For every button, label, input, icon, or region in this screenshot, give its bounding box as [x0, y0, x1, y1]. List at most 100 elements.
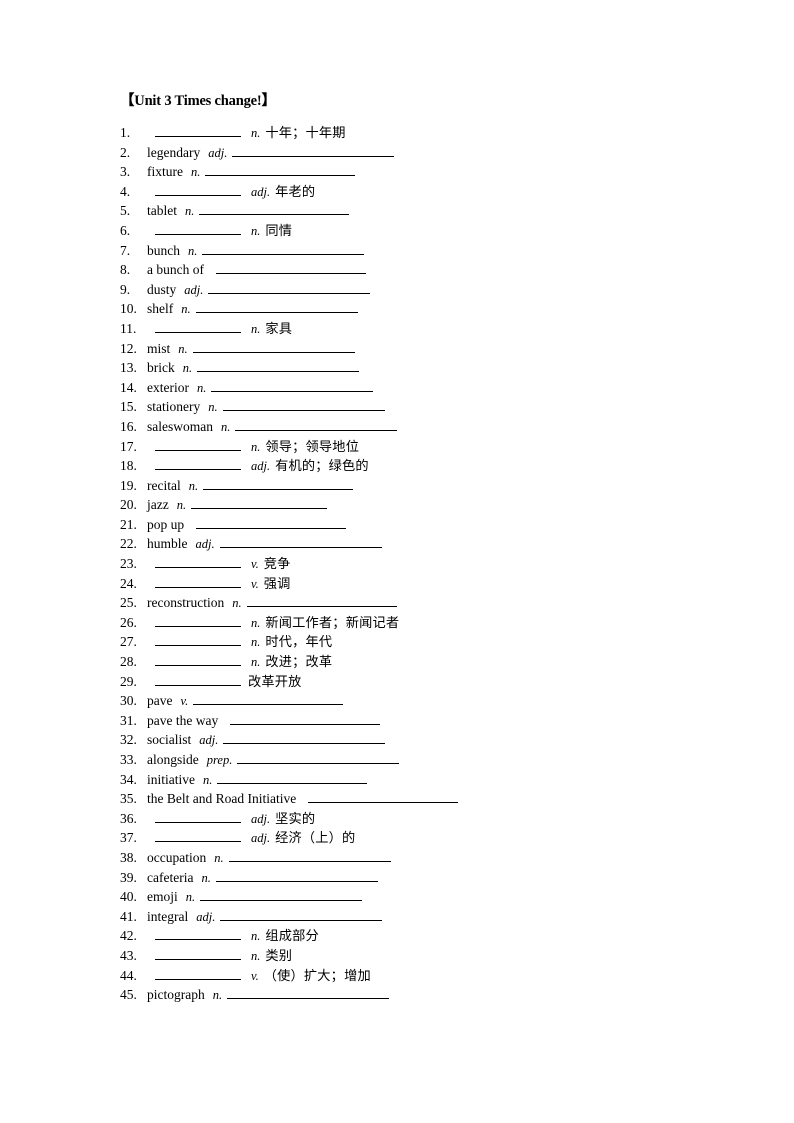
answer-blank[interactable]: [155, 926, 241, 941]
answer-blank[interactable]: [193, 691, 344, 706]
row-number: 39.: [120, 869, 137, 885]
answer-blank[interactable]: [230, 711, 381, 725]
row-number: 31.: [120, 712, 137, 728]
answer-blank[interactable]: [155, 319, 241, 333]
answer-blank[interactable]: [155, 613, 241, 627]
english-word: alongside: [147, 752, 199, 767]
answer-blank[interactable]: [155, 437, 241, 451]
vocab-row: 17. n. 领导；领导地位: [120, 437, 680, 457]
english-word: pave the way: [147, 712, 219, 728]
answer-blank[interactable]: [202, 241, 365, 255]
answer-blank[interactable]: [155, 123, 241, 137]
vocab-row: 25. reconstruction n.: [120, 593, 680, 613]
row-number: 18.: [120, 458, 137, 474]
answer-blank[interactable]: [196, 515, 347, 529]
row-number: 24.: [120, 575, 137, 591]
answer-blank[interactable]: [215, 260, 366, 275]
answer-blank[interactable]: [197, 358, 360, 373]
chinese-meaning: 十年；十年期: [265, 126, 346, 141]
answer-blank[interactable]: [215, 868, 378, 882]
answer-blank[interactable]: [227, 985, 390, 1000]
answer-blank[interactable]: [155, 554, 241, 569]
answer-blank[interactable]: [205, 162, 356, 177]
english-word: pop up: [147, 516, 185, 532]
answer-blank[interactable]: [222, 397, 385, 412]
answer-blank[interactable]: [203, 476, 354, 490]
answer-blank[interactable]: [208, 280, 371, 294]
answer-blank[interactable]: [220, 907, 383, 921]
english-word: occupation: [147, 849, 207, 865]
answer-blank[interactable]: [217, 770, 368, 784]
english-word: humble: [147, 536, 188, 552]
answer-blank[interactable]: [155, 652, 241, 667]
vocab-row: 1. n. 十年；十年期: [120, 123, 680, 143]
answer-blank[interactable]: [232, 143, 395, 157]
chinese-meaning: 组成部分: [265, 929, 319, 945]
row-number: 32.: [120, 732, 137, 748]
vocab-row: 16. saleswoman n.: [120, 417, 680, 437]
row-number: 13.: [120, 360, 137, 376]
part-of-speech: adj.: [195, 537, 215, 552]
answer-blank[interactable]: [155, 809, 241, 823]
vocab-row: 3. fixture n.: [120, 162, 680, 182]
answer-blank[interactable]: [219, 534, 382, 549]
answer-blank[interactable]: [192, 339, 355, 353]
english-word: recital: [147, 477, 181, 493]
vocab-row: 9. dusty adj.: [120, 280, 680, 300]
chinese-meaning: 年老的: [275, 184, 316, 200]
english-word: the Belt and Road Initiative: [147, 791, 297, 807]
answer-blank[interactable]: [155, 946, 241, 960]
vocab-row: 19. recital n.: [120, 476, 680, 496]
vocab-row: 38. occupation n.: [120, 848, 680, 868]
chinese-meaning: 时代，年代: [265, 635, 333, 651]
answer-blank[interactable]: [155, 182, 241, 196]
answer-blank[interactable]: [155, 221, 241, 235]
vocab-row: 12. mist n.: [120, 339, 680, 359]
answer-blank[interactable]: [211, 378, 374, 392]
row-number: 38.: [120, 849, 137, 865]
part-of-speech: adj.: [208, 145, 228, 160]
answer-blank[interactable]: [235, 417, 398, 431]
answer-blank[interactable]: [246, 593, 397, 608]
answer-blank[interactable]: [191, 495, 328, 510]
vocab-row: 42. n. 组成部分: [120, 926, 680, 946]
row-number: 37.: [120, 830, 137, 846]
answer-blank[interactable]: [199, 201, 350, 216]
vocab-row: 4. adj. 年老的: [120, 182, 680, 202]
part-of-speech: n.: [176, 498, 187, 513]
answer-blank[interactable]: [155, 574, 241, 588]
row-number: 30.: [120, 693, 137, 709]
vocab-row: 45. pictograph n.: [120, 985, 680, 1005]
vocab-row: 43. n. 类别: [120, 946, 680, 966]
part-of-speech: n.: [203, 772, 213, 787]
row-number: 33.: [120, 752, 137, 767]
answer-blank[interactable]: [223, 730, 386, 745]
answer-blank[interactable]: [155, 672, 241, 686]
row-number: 19.: [120, 477, 137, 493]
part-of-speech: n.: [232, 596, 242, 611]
part-of-speech: n.: [251, 655, 261, 670]
answer-blank[interactable]: [155, 966, 241, 980]
row-number: 6.: [120, 222, 131, 238]
vocab-row: 27. n. 时代，年代: [120, 632, 680, 652]
row-number: 4.: [120, 183, 131, 199]
chinese-meaning: 领导；领导地位: [265, 439, 360, 455]
part-of-speech: n.: [214, 850, 224, 865]
answer-blank[interactable]: [195, 299, 358, 314]
vocab-row: 7. bunch n.: [120, 241, 680, 261]
answer-blank[interactable]: [155, 456, 241, 471]
answer-blank[interactable]: [308, 789, 459, 804]
chinese-meaning: 新闻工作者；新闻记者: [265, 615, 400, 631]
part-of-speech: n.: [251, 615, 261, 630]
part-of-speech: n.: [196, 380, 207, 395]
answer-blank[interactable]: [200, 887, 363, 902]
answer-blank[interactable]: [155, 632, 241, 647]
row-number: 28.: [120, 654, 137, 670]
answer-blank[interactable]: [228, 848, 391, 862]
part-of-speech: n.: [251, 635, 261, 650]
answer-blank[interactable]: [155, 828, 241, 843]
row-number: 16.: [120, 418, 137, 434]
answer-blank[interactable]: [237, 750, 400, 764]
part-of-speech: n.: [201, 870, 211, 885]
chinese-meaning: 坚实的: [275, 811, 316, 827]
